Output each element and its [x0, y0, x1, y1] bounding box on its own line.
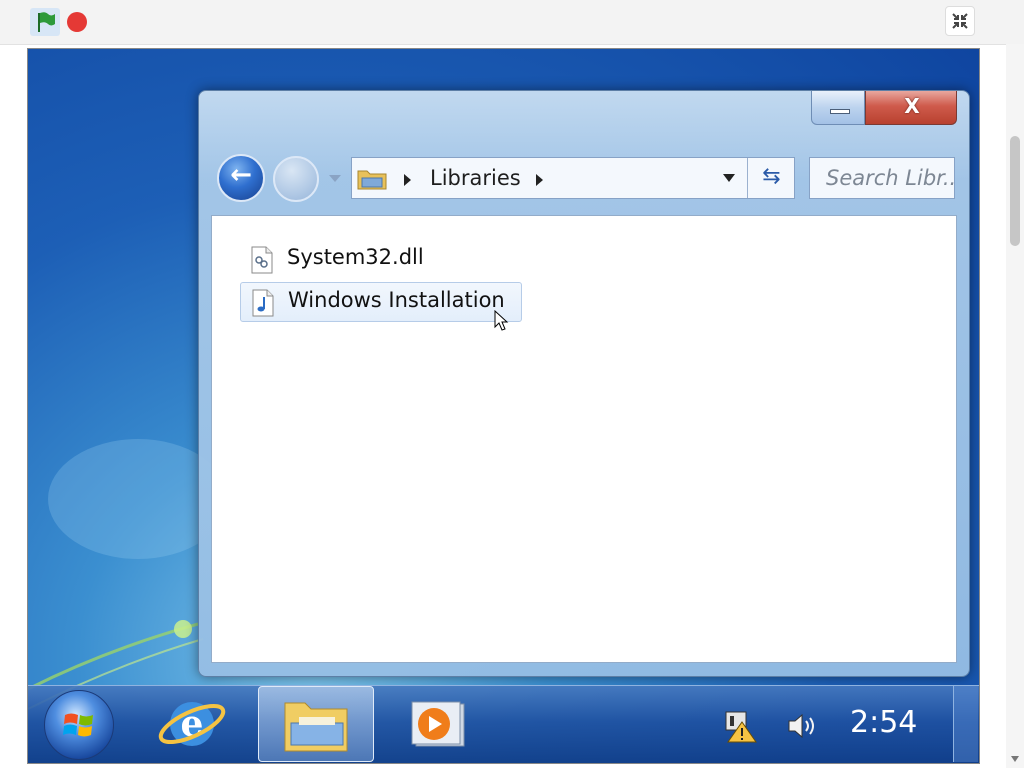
host-toolbar — [0, 0, 1024, 45]
taskbar: e 2:54 — [28, 685, 979, 763]
address-separator — [747, 158, 748, 198]
internet-explorer-icon: e — [158, 702, 226, 746]
refresh-button[interactable]: ⇆ — [749, 158, 794, 198]
minimize-icon — [830, 109, 850, 114]
minimize-button[interactable] — [811, 91, 865, 125]
music-file-icon — [252, 289, 274, 317]
stop-button[interactable] — [67, 12, 87, 32]
search-placeholder: Search Libr... — [826, 166, 955, 190]
windows-explorer-icon — [284, 702, 348, 752]
taskbar-media-player[interactable] — [378, 686, 494, 762]
explorer-window: X ← Libraries ⇆ Search Libr... System32.… — [198, 90, 970, 677]
taskbar-clock[interactable]: 2:54 — [850, 705, 917, 740]
list-item-system32-dll[interactable]: System32.dll — [240, 240, 470, 280]
address-history-dropdown-icon[interactable] — [723, 174, 735, 182]
forward-button[interactable] — [273, 156, 319, 202]
collapse-icon — [952, 13, 968, 29]
libraries-folder-icon — [357, 170, 387, 190]
desktop: X ← Libraries ⇆ Search Libr... System32.… — [27, 48, 980, 764]
exit-fullscreen-button[interactable] — [945, 6, 975, 36]
windows-logo-icon — [63, 713, 93, 737]
breadcrumb-root-arrow-icon[interactable] — [404, 174, 411, 186]
taskbar-windows-explorer[interactable] — [258, 686, 374, 762]
search-input[interactable]: Search Libr... — [809, 157, 955, 199]
back-arrow-icon: ← — [230, 160, 252, 190]
address-bar[interactable]: Libraries ⇆ — [351, 157, 795, 199]
mouse-cursor-icon — [494, 310, 509, 331]
taskbar-internet-explorer[interactable]: e — [142, 686, 258, 762]
media-player-icon — [411, 701, 465, 747]
volume-icon[interactable] — [786, 710, 820, 742]
scroll-down-arrow-icon[interactable] — [1011, 756, 1019, 762]
network-warning-icon[interactable] — [722, 708, 758, 744]
breadcrumb-libraries[interactable]: Libraries — [430, 166, 521, 190]
page-scrollbar[interactable] — [1006, 44, 1024, 768]
green-flag-button[interactable] — [30, 8, 60, 36]
dll-file-icon — [251, 246, 273, 274]
breadcrumb-libraries-arrow-icon[interactable] — [536, 174, 543, 186]
close-button[interactable]: X — [865, 91, 957, 125]
file-list-pane: System32.dll Windows Installation — [211, 215, 957, 663]
item-label: System32.dll — [287, 245, 424, 269]
item-label: Windows Installation — [288, 288, 505, 312]
flag-icon — [38, 12, 55, 32]
back-button[interactable]: ← — [217, 154, 265, 202]
refresh-icon: ⇆ — [762, 164, 781, 189]
close-icon: X — [904, 94, 920, 118]
scroll-thumb[interactable] — [1010, 136, 1020, 246]
recent-pages-chevron-icon[interactable] — [329, 175, 341, 182]
start-button[interactable] — [44, 690, 114, 760]
caption-buttons: X — [811, 91, 957, 125]
list-item-windows-installation[interactable]: Windows Installation — [240, 282, 522, 322]
show-desktop-button[interactable] — [953, 686, 978, 762]
